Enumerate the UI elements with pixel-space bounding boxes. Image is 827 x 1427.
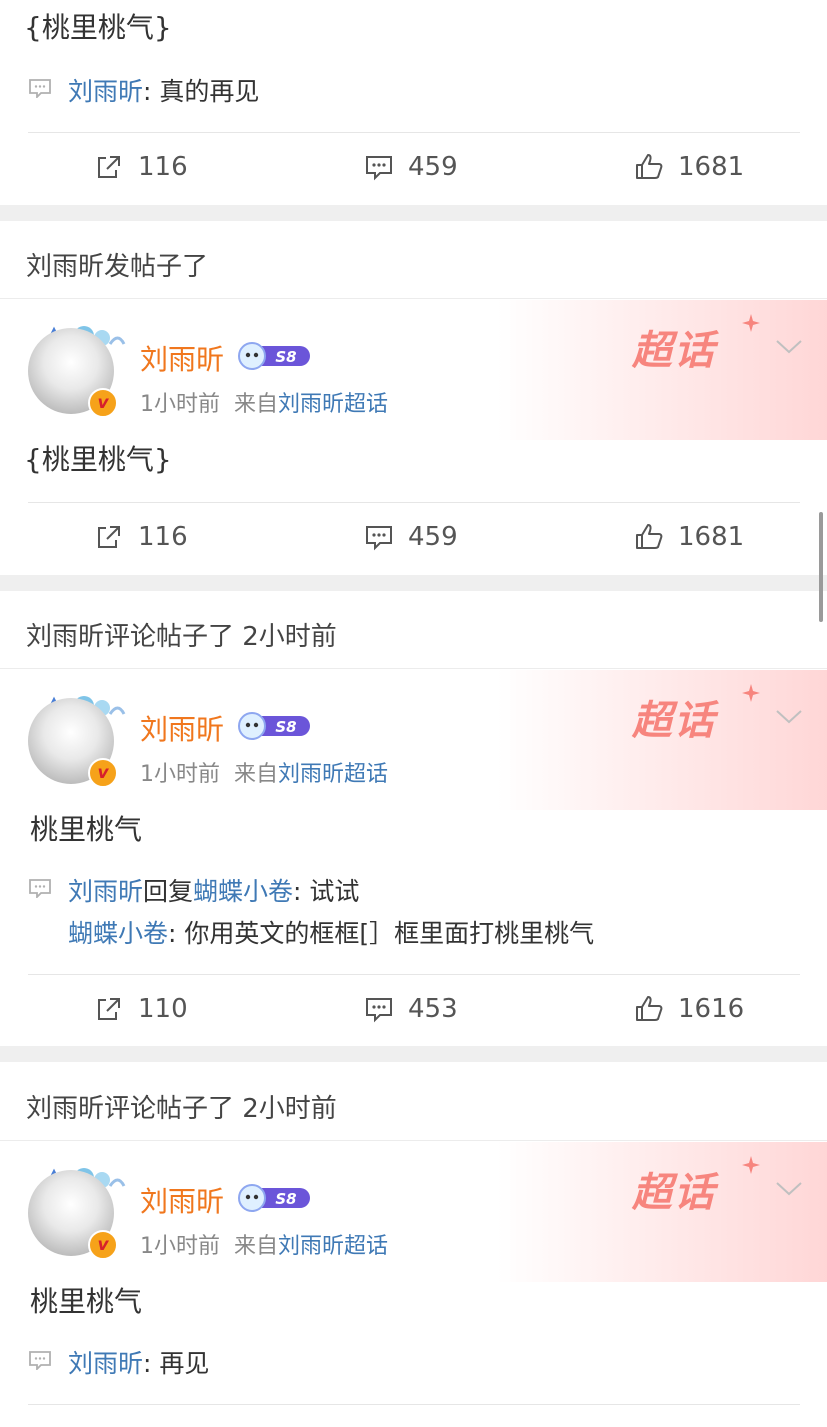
divider (28, 132, 800, 133)
divider (0, 298, 827, 299)
like-count: 1681 (678, 152, 745, 182)
quoted-line: 蝴蝶小卷: 你用英文的框框[］框里面打桃里桃气 (68, 914, 594, 950)
reply-verb: 回复 (143, 877, 194, 906)
comment-user-link[interactable]: 刘雨昕 (68, 1349, 143, 1378)
comment-icon (366, 526, 392, 551)
quoted-text: : 你用英文的框框[］框里面打桃里桃气 (168, 919, 595, 948)
divider (0, 668, 827, 669)
comment-count: 453 (408, 994, 458, 1024)
username[interactable]: 刘雨昕 (140, 1180, 224, 1220)
verified-badge-icon: v (88, 388, 118, 418)
like-icon (636, 996, 663, 1021)
divider (28, 974, 800, 975)
divider (0, 1140, 827, 1141)
chevron-down-icon[interactable] (776, 1182, 802, 1196)
divider (28, 1404, 800, 1405)
comment-count: 459 (408, 522, 458, 552)
post-time: 1小时前 (140, 762, 220, 787)
comment-button[interactable]: 453 (364, 987, 458, 1031)
chevron-down-icon[interactable] (776, 340, 802, 354)
section-title: 刘雨昕评论帖子了 2小时前 (26, 1094, 337, 1124)
forward-count: 116 (138, 522, 188, 552)
scrollbar[interactable] (819, 512, 823, 622)
supertopic-link[interactable]: 刘雨昕超话 (278, 762, 388, 787)
card-separator (0, 205, 827, 221)
share-icon (98, 998, 120, 1020)
like-count: 1616 (678, 994, 745, 1024)
level-text: S8 (275, 1190, 296, 1208)
reply-line: 刘雨昕回复蝴蝶小卷: 试试 (68, 872, 359, 908)
section-title: 刘雨昕评论帖子了 2小时前 (26, 622, 337, 652)
share-icon (98, 156, 120, 178)
forward-count: 116 (138, 152, 188, 182)
comment-bubble-icon (29, 1351, 51, 1370)
like-icon (636, 524, 663, 549)
comment-line: 刘雨昕: 真的再见 (68, 72, 259, 108)
comment-user-link[interactable]: 刘雨昕 (68, 77, 143, 106)
like-button[interactable]: 1681 (634, 515, 744, 559)
comment-count: 459 (408, 152, 458, 182)
like-button[interactable]: 1616 (634, 987, 744, 1031)
sparkle-icon (742, 1156, 760, 1174)
like-icon (636, 154, 663, 179)
supertopic-badge[interactable]: 超话 (632, 688, 716, 746)
supertopic-badge[interactable]: 超话 (632, 318, 716, 376)
card-separator (0, 1046, 827, 1062)
divider (28, 502, 800, 503)
like-button[interactable]: 1681 (634, 145, 744, 189)
comment-icon (366, 998, 392, 1023)
post-time: 1小时前 (140, 1234, 220, 1259)
level-badge: S8 (238, 1184, 310, 1212)
chevron-down-icon[interactable] (776, 710, 802, 724)
post-time: 1小时前 (140, 392, 220, 417)
post-meta: 1小时前 来自刘雨昕超话 (140, 386, 388, 418)
sparkle-icon (742, 314, 760, 332)
comment-button[interactable]: 459 (364, 515, 458, 559)
supertopic-link[interactable]: 刘雨昕超话 (278, 1234, 388, 1259)
comment-line: 刘雨昕: 再见 (68, 1344, 209, 1380)
forward-button[interactable]: 116 (94, 515, 188, 559)
card-separator (0, 575, 827, 591)
level-badge: S8 (238, 342, 310, 370)
comment-bubble-icon (29, 79, 51, 98)
supertopic-badge[interactable]: 超话 (632, 1160, 716, 1218)
forward-button[interactable]: 110 (94, 987, 188, 1031)
section-title: 刘雨昕发帖子了 (26, 252, 209, 282)
supertopic-link[interactable]: 刘雨昕超话 (278, 392, 388, 417)
comment-text: : 真的再见 (143, 77, 260, 106)
comment-text: : 再见 (143, 1349, 210, 1378)
level-text: S8 (275, 348, 296, 366)
quoted-user-link[interactable]: 蝴蝶小卷 (68, 919, 168, 948)
comment-button[interactable]: 459 (364, 145, 458, 189)
from-prefix: 来自 (234, 392, 279, 417)
post-body: 桃里桃气 (30, 813, 143, 846)
from-prefix: 来自 (234, 1234, 279, 1259)
verified-badge-icon: v (88, 1230, 118, 1260)
comment-icon (366, 156, 392, 181)
level-badge: S8 (238, 712, 310, 740)
comment-user-link[interactable]: 刘雨昕 (68, 877, 143, 906)
verified-badge-icon: v (88, 758, 118, 788)
comment-bubble-icon (29, 879, 51, 898)
post-meta: 1小时前 来自刘雨昕超话 (140, 756, 388, 788)
sparkle-icon (742, 684, 760, 702)
username[interactable]: 刘雨昕 (140, 338, 224, 378)
share-icon (98, 526, 120, 548)
reply-target-link[interactable]: 蝴蝶小卷 (193, 877, 293, 906)
username[interactable]: 刘雨昕 (140, 708, 224, 748)
post-meta: 1小时前 来自刘雨昕超话 (140, 1228, 388, 1260)
post-body: {桃里桃气} (24, 11, 172, 44)
from-prefix: 来自 (234, 762, 279, 787)
forward-count: 110 (138, 994, 188, 1024)
post-body: 桃里桃气 (30, 1285, 143, 1318)
like-count: 1681 (678, 522, 745, 552)
reply-text: : 试试 (293, 877, 360, 906)
post-body: {桃里桃气} (24, 443, 172, 476)
forward-button[interactable]: 116 (94, 145, 188, 189)
level-text: S8 (275, 718, 296, 736)
